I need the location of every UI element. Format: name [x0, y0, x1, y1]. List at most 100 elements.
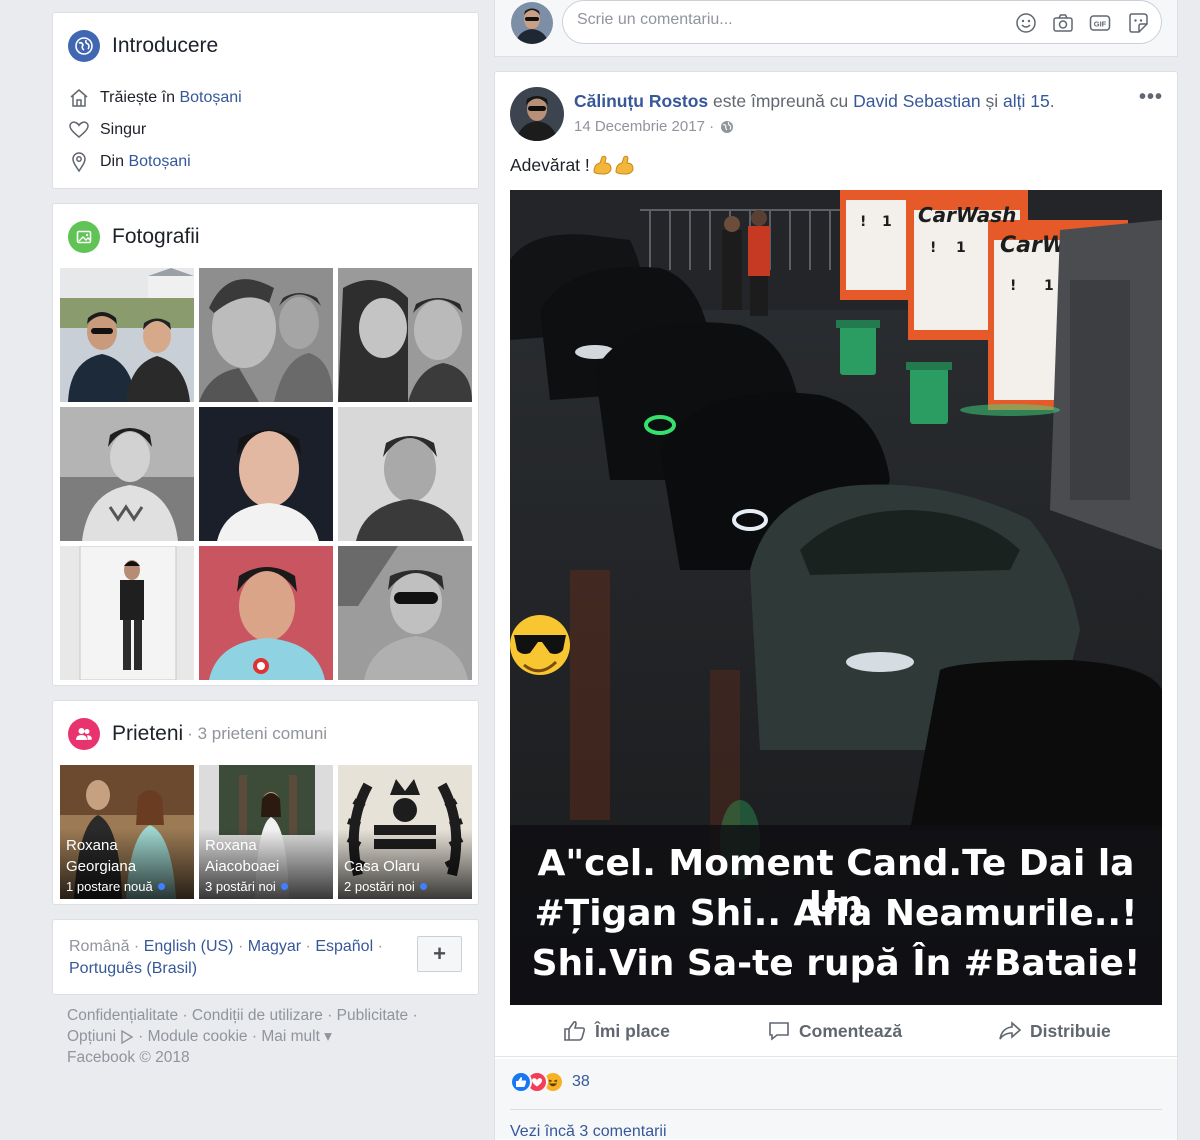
profile-photo-5[interactable]: [199, 407, 333, 541]
friend-new-posts-3: 2 postări noi: [344, 879, 427, 894]
post-actions: Îmi place Comentează Distribuie: [495, 1007, 1177, 1057]
author-avatar[interactable]: [510, 87, 564, 141]
intro-lives-row: Trăiește în Botoșani: [68, 87, 242, 109]
intro-relationship-row: Singur: [68, 119, 146, 141]
profile-photo-3[interactable]: [338, 268, 472, 402]
carwash-sign-2: CarW: [1000, 233, 1068, 258]
user-avatar[interactable]: [511, 2, 553, 44]
ad-choices-link[interactable]: Opțiuni: [67, 1026, 116, 1047]
tagged-others-link[interactable]: alți 15: [1003, 91, 1050, 111]
lives-prefix: Trăiește în: [100, 89, 175, 106]
caption-line-2: #Țigan Shi.. Afla Neamurile..!: [534, 893, 1138, 934]
friends-header[interactable]: Prieteni · 3 prieteni comuni: [68, 718, 327, 750]
language-list: Română · English (US) · Magyar · Español…: [69, 938, 383, 977]
emoji-icon[interactable]: [1015, 12, 1037, 34]
friends-card: Prieteni · 3 prieteni comuni Roxana Geor…: [52, 700, 479, 905]
post-text: Adevărat !: [510, 154, 636, 176]
intro-title: Introducere: [112, 34, 219, 57]
svg-text:!: !: [1010, 278, 1016, 294]
intro-from-row: Din Botoșani: [68, 151, 191, 173]
reaction-count[interactable]: 38: [572, 1073, 590, 1091]
view-more-comments-link[interactable]: Vezi încă 3 comentarii: [510, 1123, 667, 1140]
share-label: Distribuie: [1030, 1020, 1111, 1041]
friend-new-posts-2: 3 postări noi: [205, 879, 288, 894]
post-image[interactable]: CarWash CarW ! 1! 1! 1 A"cel. Moment Can…: [510, 190, 1162, 1005]
gif-icon[interactable]: GIF: [1089, 12, 1111, 34]
relationship-status: Singur: [100, 121, 147, 138]
sticker-icon[interactable]: [1127, 12, 1149, 34]
add-language-button[interactable]: +: [417, 936, 462, 972]
photos-header[interactable]: Fotografii: [68, 221, 200, 253]
intro-header: Introducere: [68, 30, 218, 62]
current-language: Română: [69, 938, 130, 955]
location-pin-icon: [72, 152, 86, 173]
reactions-section: 38 Vezi încă 3 comentarii: [495, 1059, 1177, 1140]
friend-posts-text-1: 1 postare nouă: [66, 879, 153, 894]
svg-text:1: 1: [882, 214, 892, 230]
comment-bubble-icon: [769, 1022, 789, 1041]
svg-text:1: 1: [956, 240, 966, 256]
new-post-dot-1: [157, 883, 165, 890]
friend-new-posts-1: 1 postare nouă: [66, 879, 165, 894]
carwash-sign-1: CarWash: [918, 203, 1016, 227]
profile-photo-7[interactable]: [60, 546, 194, 680]
profile-photo-2[interactable]: [199, 268, 333, 402]
mutual-friends-count[interactable]: · 3 prieteni comuni: [187, 724, 327, 744]
language-portugues[interactable]: Português (Brasil): [69, 960, 197, 977]
caption-line-3: Shi.Vin Sa-te rupă În #Bataie!: [531, 943, 1141, 984]
language-magyar[interactable]: Magyar: [248, 938, 301, 955]
lives-city-link[interactable]: Botoșani: [179, 89, 241, 107]
author-name-link[interactable]: Călinuțu Rostos: [574, 91, 708, 111]
friend-tile-2[interactable]: Roxana Aiacoboaei 3 postări noi: [199, 765, 333, 899]
flexed-biceps-emoji-icon: [593, 155, 634, 175]
profile-photo-6[interactable]: [338, 407, 472, 541]
language-english[interactable]: English (US): [144, 938, 234, 955]
reaction-summary[interactable]: 38: [510, 1071, 590, 1093]
profile-photo-9[interactable]: [338, 546, 472, 680]
camera-icon[interactable]: [1052, 12, 1074, 34]
photos-card: Fotografii: [52, 203, 479, 686]
home-icon: [70, 89, 88, 107]
like-button[interactable]: Îmi place: [563, 1019, 670, 1043]
comment-input[interactable]: [577, 11, 997, 29]
profile-photo-1[interactable]: [60, 268, 194, 402]
footer-line-1[interactable]: Confidențialitate · Condiții de utilizar…: [67, 1005, 467, 1026]
svg-text:!: !: [930, 240, 936, 256]
sunglasses-emoji-icon: [510, 615, 570, 675]
post-options-button[interactable]: •••: [1139, 86, 1163, 109]
friend-tile-3[interactable]: Casa Olaru 2 postări noi: [338, 765, 472, 899]
photos-title: Fotografii: [112, 225, 200, 248]
friend-name-3[interactable]: Casa Olaru: [344, 856, 468, 877]
friends-icon: [68, 718, 100, 750]
post-message: Adevărat !: [510, 154, 590, 175]
friend-name-1[interactable]: Roxana Georgiana: [66, 835, 190, 877]
friend-tile-1[interactable]: Roxana Georgiana 1 postare nouă: [60, 765, 194, 899]
language-card: Română · English (US) · Magyar · Español…: [52, 919, 479, 995]
share-arrow-icon: [999, 1021, 1022, 1040]
svg-text:GIF: GIF: [1094, 20, 1107, 29]
footer-line-2: Opțiuni · Module cookie · Mai mult ▾: [67, 1026, 467, 1047]
language-espanol[interactable]: Español: [315, 938, 373, 955]
thumbs-up-icon: [564, 1020, 586, 1041]
from-city-link[interactable]: Botoșani: [128, 153, 190, 171]
post-card: Călinuțu Rostos este împreună cu David S…: [494, 71, 1178, 1140]
comment-label: Comentează: [799, 1020, 903, 1041]
like-label: Îmi place: [595, 1020, 670, 1041]
new-post-dot-3: [419, 883, 427, 890]
profile-photo-4[interactable]: [60, 407, 194, 541]
comment-composer: GIF: [494, 0, 1178, 57]
post-timestamp: 14 Decembrie 2017 ·: [574, 118, 734, 135]
privacy-globe-icon[interactable]: [720, 120, 734, 134]
comment-button[interactable]: Comentează: [767, 1019, 902, 1043]
globe-icon: [68, 30, 100, 62]
from-prefix: Din: [100, 153, 125, 170]
post-header: Călinuțu Rostos este împreună cu David S…: [574, 91, 1055, 111]
like-reaction-icon: [510, 1071, 532, 1093]
share-button[interactable]: Distribuie: [998, 1019, 1111, 1043]
post-date-link[interactable]: 14 Decembrie 2017 ·: [574, 118, 714, 135]
profile-photo-8[interactable]: [199, 546, 333, 680]
friend-name-2[interactable]: Roxana Aiacoboaei: [205, 835, 329, 877]
svg-text:!: !: [860, 214, 866, 230]
footer-more-links[interactable]: · Module cookie · Mai mult ▾: [138, 1026, 332, 1047]
tagged-friend-link[interactable]: David Sebastian: [853, 91, 980, 111]
